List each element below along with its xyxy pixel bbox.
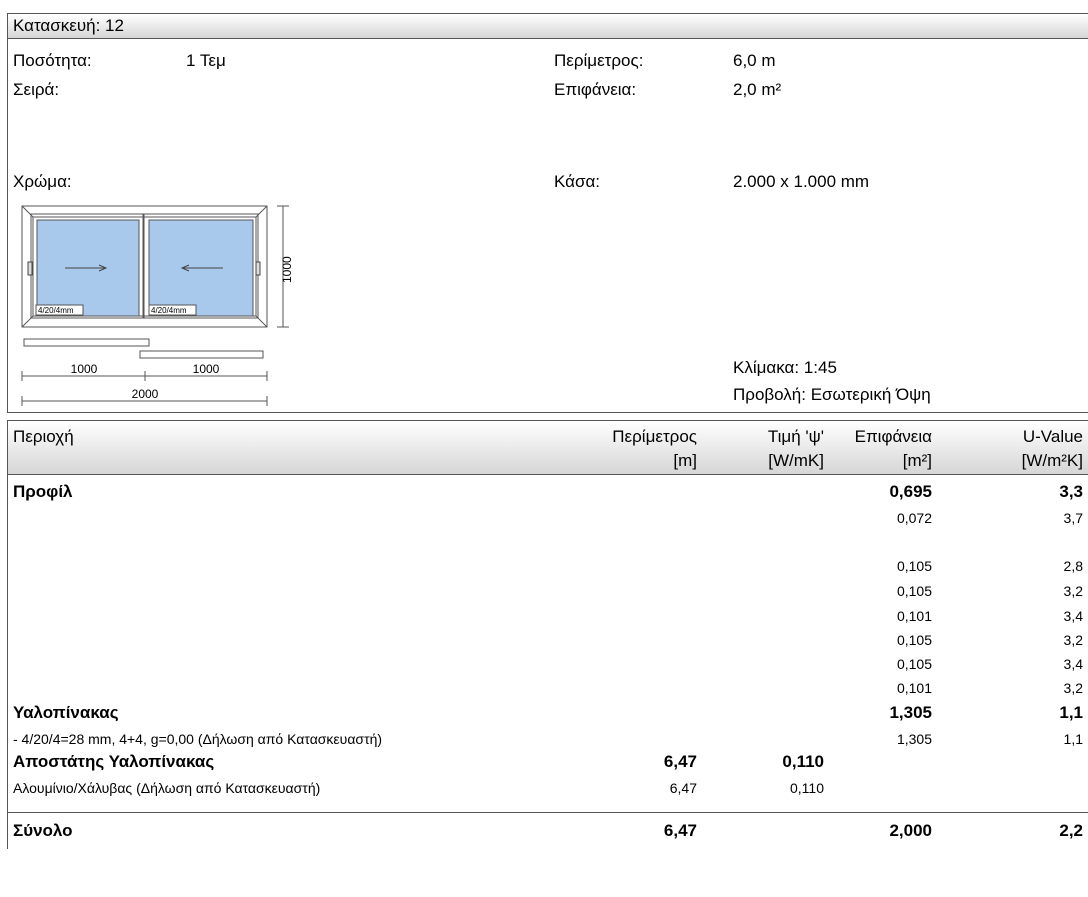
total-label: Σύνολο (13, 821, 73, 840)
total-perimeter: 6,47 (663, 821, 697, 840)
glass-u: 1,1 (1059, 703, 1083, 722)
col-surface: Επιφάνεια (854, 427, 932, 446)
profile-row-surface: 0,105 (896, 656, 932, 672)
col-surface-unit: [m²] (902, 451, 932, 470)
profile-u: 3,3 (1059, 482, 1083, 501)
profile-row-u: 3,7 (1063, 510, 1083, 526)
spacer-row-label: Αλουμίνιο/Χάλυβας (Δήλωση από Κατασκευασ… (13, 780, 321, 796)
glass-row-surface: 1,305 (896, 731, 932, 747)
col-perimeter: Περίμετρος (612, 427, 697, 446)
surface-value: 2,0 m² (733, 80, 782, 99)
glass-surface: 1,305 (889, 703, 932, 722)
profile-row-surface: 0,105 (896, 558, 932, 574)
spacer-row-psi: 0,110 (790, 780, 824, 796)
col-area: Περιοχή (13, 427, 74, 446)
profile-surface: 0,695 (889, 482, 932, 501)
scale-text: Κλίμακα: 1:45 (733, 358, 837, 377)
total-surface: 2,000 (889, 821, 932, 840)
glass-left-label: 4/20/4mm (38, 306, 74, 315)
col-u-unit: [W/m²K] (1021, 451, 1083, 470)
total-rule (7, 812, 1088, 813)
profile-row-u: 3,4 (1063, 608, 1083, 624)
surface-label: Επιφάνεια: (554, 80, 637, 99)
frame-label: Κάσα: (554, 172, 601, 191)
col-psi-unit: [W/mK] (768, 451, 824, 470)
dim-total: 2000 (132, 387, 159, 401)
profile-row-surface: 0,101 (896, 680, 932, 696)
glass-row-label: - 4/20/4=28 mm, 4+4, g=0,00 (Δήλωση από … (13, 731, 383, 747)
dim-left: 1000 (71, 362, 98, 376)
perimeter-value: 6,0 m (733, 51, 776, 70)
window-drawing: 4/20/4mm 4/20/4mm 1000 1000 1000 2000 (21, 205, 294, 406)
profile-row-surface: 0,105 (896, 583, 932, 599)
profile-row-u: 3,2 (1063, 680, 1083, 696)
glass-row-u: 1,1 (1063, 731, 1083, 747)
spacer-perimeter: 6,47 (663, 752, 697, 771)
spacer-label: Αποστάτης Υαλοπίνακας (13, 752, 215, 771)
glass-right-label: 4/20/4mm (151, 306, 187, 315)
perimeter-label: Περίμετρος: (554, 51, 644, 70)
col-perimeter-unit: [m] (673, 451, 697, 470)
info-bottom-rule (7, 412, 1088, 413)
dim-right: 1000 (193, 362, 220, 376)
col-u: U-Value (1022, 427, 1083, 446)
profile-row-u: 3,2 (1063, 583, 1083, 599)
total-u: 2,2 (1059, 821, 1083, 840)
profile-label: Προφίλ (13, 482, 73, 501)
profile-row-u: 2,8 (1063, 558, 1083, 574)
spacer-psi: 0,110 (782, 752, 824, 771)
profile-row-u: 3,2 (1063, 632, 1083, 648)
spacer-row-perimeter: 6,47 (669, 780, 697, 796)
profile-row-surface: 0,105 (896, 632, 932, 648)
profile-row-u: 3,4 (1063, 656, 1083, 672)
glass-label: Υαλοπίνακας (13, 703, 119, 722)
frame-value: 2.000 x 1.000 mm (733, 172, 870, 191)
col-psi: Τιμή 'ψ' (767, 427, 824, 446)
handle-right-icon (255, 261, 261, 276)
handle-left-icon (27, 261, 33, 276)
profile-row-surface: 0,072 (896, 510, 932, 526)
profile-row-surface: 0,101 (896, 608, 932, 624)
dim-height: 1000 (280, 256, 294, 283)
view-text: Προβολή: Εσωτερική Όψη (733, 385, 931, 404)
